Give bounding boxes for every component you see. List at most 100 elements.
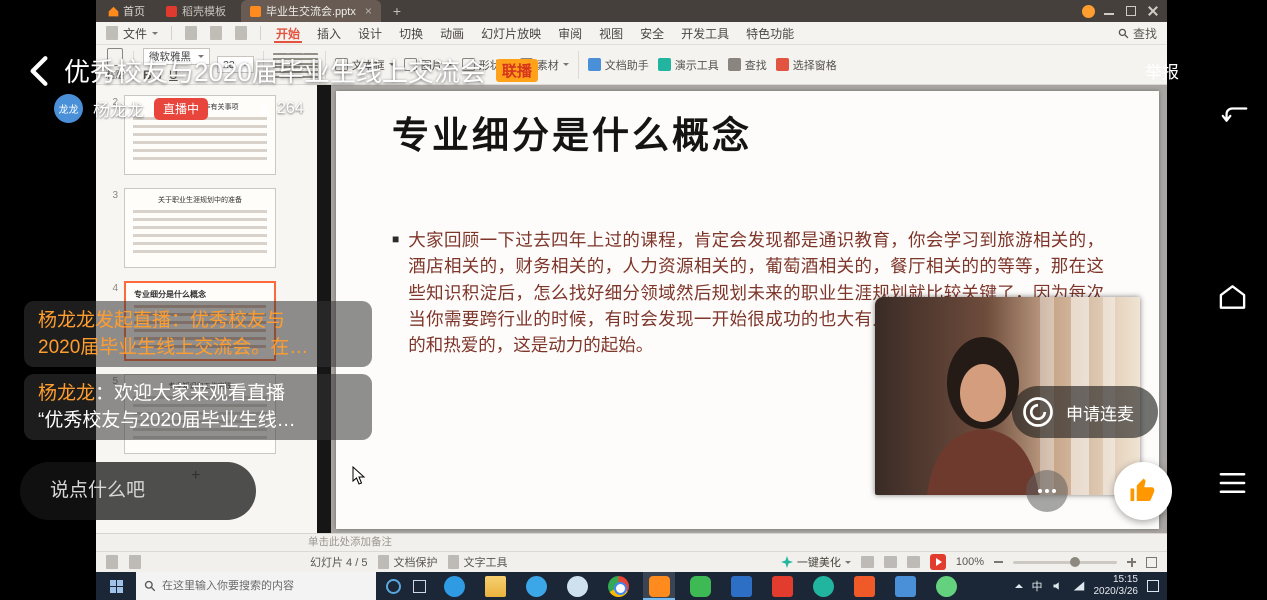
chat-message: 杨龙龙：欢迎大家来观看直播 “优秀校友与2020届毕业生线… — [24, 374, 372, 440]
doc-protect-toggle[interactable]: 文档保护 — [378, 554, 437, 570]
taskbar-search[interactable] — [136, 572, 376, 600]
text-tool-toggle[interactable]: 文字工具 — [448, 554, 507, 570]
menu-tab-view[interactable]: 视图 — [597, 24, 625, 43]
tab-current-presentation[interactable]: 毕业生交流会.pptx × — [241, 0, 381, 22]
maximize-icon[interactable] — [1126, 6, 1136, 16]
find-button[interactable]: 查找 — [728, 57, 767, 73]
menu-tab-devtools[interactable]: 开发工具 — [679, 24, 731, 43]
chevron-down-icon — [845, 561, 851, 567]
tab-docer-template[interactable]: 稻壳模板 — [157, 0, 235, 22]
streamer-avatar[interactable]: 龙龙 — [54, 94, 83, 123]
stream-title-bar: 优秀校友与2020届毕业生线上交流会 联播 — [64, 52, 538, 89]
thumbs-up-icon — [1128, 476, 1158, 506]
menu-tab-review[interactable]: 审阅 — [556, 24, 584, 43]
cortana-icon[interactable] — [386, 579, 401, 594]
normal-view-icon[interactable] — [861, 556, 874, 568]
notes-area[interactable]: 单击此处添加备注 — [96, 533, 1167, 551]
request-mic-button[interactable]: 申请连麦 — [1012, 386, 1158, 438]
wps-office-icon[interactable] — [766, 572, 798, 600]
home-icon — [108, 6, 119, 17]
minimize-icon[interactable] — [1104, 8, 1114, 15]
bullet-icon: ■ — [392, 227, 399, 358]
chevron-down-icon — [152, 32, 158, 38]
play-slideshow-button[interactable] — [930, 554, 946, 570]
zoom-out-icon[interactable] — [994, 561, 1003, 563]
menu-file[interactable]: 文件 — [106, 25, 158, 42]
chat-message-text: ：欢迎大家来观看直播 — [95, 383, 285, 404]
return-arrow-icon[interactable] — [1220, 100, 1250, 130]
back-button[interactable] — [26, 54, 52, 88]
ime-indicator[interactable]: 中 — [1032, 578, 1043, 594]
doc-assistant-button[interactable]: 文档助手 — [588, 57, 649, 73]
menu-icon[interactable] — [1218, 470, 1247, 496]
qq-icon[interactable] — [561, 572, 593, 600]
ie-browser-icon[interactable] — [520, 572, 552, 600]
app-icon[interactable] — [684, 572, 716, 600]
home-icon[interactable] — [1217, 282, 1248, 312]
redo-icon[interactable] — [235, 26, 247, 40]
clock[interactable]: 15:15 2020/3/26 — [1094, 574, 1139, 599]
find-command[interactable]: 查找 — [1118, 25, 1157, 42]
wechat-icon[interactable] — [930, 572, 962, 600]
start-button[interactable] — [96, 572, 136, 600]
menu-tab-slideshow[interactable]: 幻灯片放映 — [479, 24, 543, 43]
slide-counter: 幻灯片 4 / 5 — [310, 554, 367, 570]
search-icon — [144, 580, 156, 592]
app-icon[interactable] — [807, 572, 839, 600]
new-tab-button[interactable]: + — [387, 3, 407, 19]
tim-icon[interactable] — [889, 572, 921, 600]
one-click-beautify-button[interactable]: 一键美化 — [781, 554, 851, 570]
wps-home-tab[interactable]: 首页 — [102, 0, 151, 22]
app-icon[interactable] — [848, 572, 880, 600]
request-mic-label: 申请连麦 — [1066, 400, 1134, 425]
view-toggle-icon[interactable] — [106, 555, 118, 569]
file-menu-label: 文件 — [123, 25, 147, 42]
task-view-icon[interactable] — [413, 580, 426, 593]
menu-tab-security[interactable]: 安全 — [638, 24, 666, 43]
menu-tab-features[interactable]: 特色功能 — [744, 24, 796, 43]
slide-thumbnail-3[interactable]: 3 关于职业生涯规划中的准备 — [106, 188, 317, 268]
zoom-in-icon[interactable] — [1127, 558, 1136, 567]
like-button[interactable] — [1114, 462, 1172, 520]
wps-presentation-icon[interactable] — [643, 572, 675, 600]
save-icon[interactable] — [185, 26, 197, 40]
zoom-slider-knob[interactable] — [1070, 557, 1080, 567]
report-button[interactable]: 举报 — [1145, 58, 1179, 83]
file-explorer-icon[interactable] — [479, 572, 511, 600]
chrome-icon[interactable] — [602, 572, 634, 600]
network-icon[interactable] — [1073, 580, 1085, 592]
word-icon[interactable] — [725, 572, 757, 600]
edge-browser-icon[interactable] — [438, 572, 470, 600]
menu-tab-transition[interactable]: 切换 — [397, 24, 425, 43]
wps-account-avatar[interactable] — [1082, 5, 1095, 18]
magic-sparkle-icon — [781, 556, 793, 568]
undo-icon[interactable] — [210, 26, 222, 40]
zoom-level[interactable]: 100% — [956, 556, 984, 568]
menu-tab-insert[interactable]: 插入 — [315, 24, 343, 43]
reading-view-icon[interactable] — [907, 556, 920, 568]
hidden-icons-chevron[interactable] — [1015, 580, 1023, 588]
presentation-tools-button[interactable]: 演示工具 — [658, 57, 719, 73]
search-input[interactable] — [162, 580, 352, 592]
slide-sorter-icon[interactable] — [884, 556, 897, 568]
wps-menu-bar: 文件 开始 插入 设计 切换 动画 幻灯片放映 审阅 视图 安全 开发工具 特色… — [96, 22, 1167, 45]
more-options-button[interactable] — [1026, 470, 1068, 512]
menu-tab-animation[interactable]: 动画 — [438, 24, 466, 43]
close-window-icon[interactable] — [1148, 6, 1158, 16]
connect-mic-icon — [1020, 394, 1056, 430]
fit-to-window-icon[interactable] — [1146, 557, 1157, 568]
notification-center-icon[interactable] — [1147, 580, 1159, 592]
windows-logo-icon — [110, 580, 123, 593]
menu-tab-home[interactable]: 开始 — [274, 24, 302, 43]
live-status-badge: 直播中 — [154, 98, 208, 120]
viewer-count-value: 264 — [277, 100, 304, 118]
selection-pane-button[interactable]: 选择窗格 — [776, 57, 837, 73]
menu-tab-design[interactable]: 设计 — [356, 24, 384, 43]
zoom-slider[interactable] — [1013, 561, 1117, 564]
chat-input[interactable] — [20, 462, 256, 520]
presentation-tools-icon — [658, 58, 671, 71]
grid-toggle-icon[interactable] — [129, 555, 141, 569]
volume-icon[interactable] — [1052, 580, 1064, 592]
home-tab-label: 首页 — [123, 3, 145, 19]
close-tab-icon[interactable]: × — [365, 4, 372, 18]
